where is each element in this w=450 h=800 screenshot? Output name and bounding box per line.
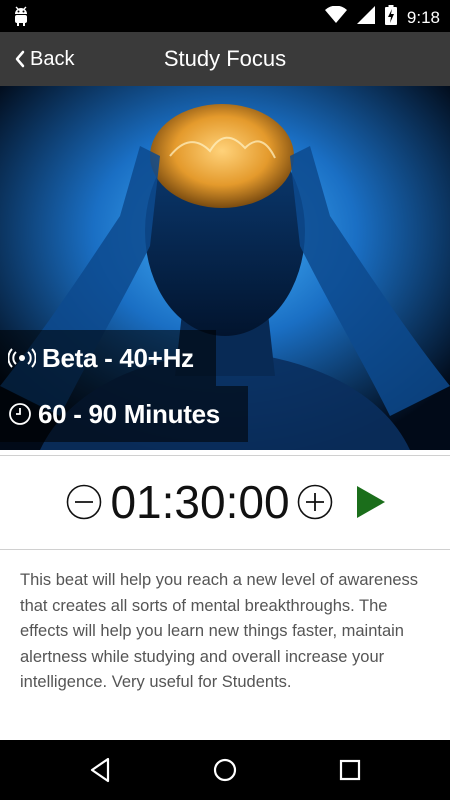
duration-row: 60 - 90 Minutes (0, 386, 248, 442)
nav-recents-button[interactable] (338, 755, 362, 790)
broadcast-icon (8, 348, 36, 368)
hero-image: Beta - 40+Hz 60 - 90 Minutes (0, 86, 450, 450)
wifi-icon (324, 5, 347, 29)
back-triangle-icon (90, 757, 110, 783)
play-icon (357, 486, 385, 518)
signal-icon (356, 6, 375, 29)
back-button[interactable]: Back (14, 32, 74, 86)
plus-circle-icon (297, 484, 333, 520)
navigation-bar (0, 740, 450, 800)
clock-time: 9:18 (406, 7, 440, 27)
description-text: This beat will help you reach a new leve… (20, 571, 419, 691)
recents-square-icon (339, 759, 361, 781)
app-bar: Back Study Focus (0, 32, 450, 86)
nav-back-button[interactable] (88, 755, 112, 790)
increment-button[interactable] (297, 484, 333, 525)
clock-icon (9, 403, 31, 425)
divider (0, 549, 450, 550)
back-label: Back (30, 47, 75, 70)
divider (0, 455, 450, 456)
timer-controls: 01:30:00 (0, 458, 450, 548)
duration-label: 60 - 90 Minutes (38, 398, 220, 429)
nav-home-button[interactable] (212, 755, 238, 790)
timer-display: 01:30:00 (110, 476, 290, 528)
decrement-button[interactable] (66, 484, 102, 525)
status-bar: 9:18 (0, 0, 450, 32)
play-button[interactable] (355, 484, 387, 525)
battery-charging-icon (384, 5, 397, 30)
frequency-row: Beta - 40+Hz (0, 330, 216, 386)
minus-circle-icon (66, 484, 102, 520)
frequency-label: Beta - 40+Hz (42, 342, 194, 373)
home-circle-icon (213, 758, 237, 782)
android-icon (12, 6, 30, 31)
chevron-left-icon (15, 50, 25, 68)
